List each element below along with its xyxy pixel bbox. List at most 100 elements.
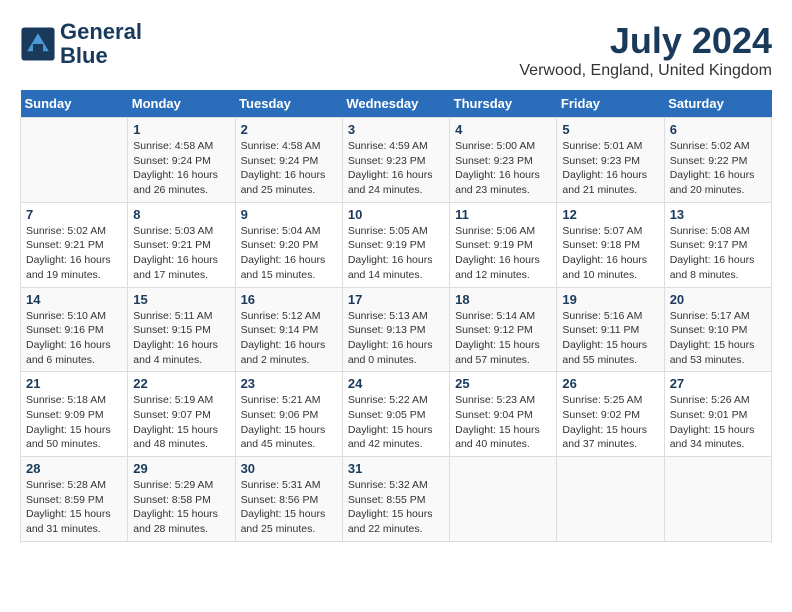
title-section: July 2024 Verwood, England, United Kingd… [519, 20, 772, 80]
day-number: 19 [562, 292, 658, 307]
day-info: Sunrise: 4:58 AM Sunset: 9:24 PM Dayligh… [241, 139, 337, 198]
calendar-cell: 8 Sunrise: 5:03 AM Sunset: 9:21 PM Daylig… [128, 202, 235, 287]
day-info: Sunrise: 5:03 AM Sunset: 9:21 PM Dayligh… [133, 224, 229, 283]
logo-icon [20, 26, 56, 62]
day-number: 7 [26, 207, 122, 222]
day-info: Sunrise: 5:00 AM Sunset: 9:23 PM Dayligh… [455, 139, 551, 198]
day-number: 1 [133, 122, 229, 137]
calendar-week-row: 1 Sunrise: 4:58 AM Sunset: 9:24 PM Daylig… [21, 118, 772, 203]
calendar-cell: 30 Sunrise: 5:31 AM Sunset: 8:56 PM Dayli… [235, 457, 342, 542]
day-number: 15 [133, 292, 229, 307]
calendar-cell: 20 Sunrise: 5:17 AM Sunset: 9:10 PM Dayli… [664, 287, 771, 372]
calendar-cell: 27 Sunrise: 5:26 AM Sunset: 9:01 PM Dayli… [664, 372, 771, 457]
location: Verwood, England, United Kingdom [519, 62, 772, 80]
calendar-cell [450, 457, 557, 542]
calendar-cell: 26 Sunrise: 5:25 AM Sunset: 9:02 PM Dayli… [557, 372, 664, 457]
calendar-cell: 6Sunrise: 5:02 AM Sunset: 9:22 PM Daylig… [664, 118, 771, 203]
day-info: Sunrise: 5:21 AM Sunset: 9:06 PM Dayligh… [241, 393, 337, 452]
day-info: Sunrise: 5:10 AM Sunset: 9:16 PM Dayligh… [26, 309, 122, 368]
day-of-week-header: Monday [128, 90, 235, 118]
page-header: General Blue July 2024 Verwood, England,… [20, 20, 772, 80]
day-number: 12 [562, 207, 658, 222]
day-number: 5 [562, 122, 658, 137]
calendar-cell: 3 Sunrise: 4:59 AM Sunset: 9:23 PM Daylig… [342, 118, 449, 203]
calendar-cell: 15 Sunrise: 5:11 AM Sunset: 9:15 PM Dayli… [128, 287, 235, 372]
day-info: Sunrise: 5:04 AM Sunset: 9:20 PM Dayligh… [241, 224, 337, 283]
calendar-cell: 18Sunrise: 5:14 AM Sunset: 9:12 PM Dayli… [450, 287, 557, 372]
day-info: Sunrise: 5:31 AM Sunset: 8:56 PM Dayligh… [241, 478, 337, 537]
day-number: 31 [348, 461, 444, 476]
day-info: Sunrise: 5:11 AM Sunset: 9:15 PM Dayligh… [133, 309, 229, 368]
day-number: 6 [670, 122, 766, 137]
calendar-cell: 16Sunrise: 5:12 AM Sunset: 9:14 PM Dayli… [235, 287, 342, 372]
calendar-cell: 14 Sunrise: 5:10 AM Sunset: 9:16 PM Dayli… [21, 287, 128, 372]
calendar-cell: 2 Sunrise: 4:58 AM Sunset: 9:24 PM Daylig… [235, 118, 342, 203]
day-info: Sunrise: 5:05 AM Sunset: 9:19 PM Dayligh… [348, 224, 444, 283]
day-info: Sunrise: 5:12 AM Sunset: 9:14 PM Dayligh… [241, 309, 337, 368]
day-number: 21 [26, 376, 122, 391]
day-number: 8 [133, 207, 229, 222]
day-number: 3 [348, 122, 444, 137]
logo: General Blue [20, 20, 142, 68]
day-number: 23 [241, 376, 337, 391]
day-info: Sunrise: 4:59 AM Sunset: 9:23 PM Dayligh… [348, 139, 444, 198]
calendar-week-row: 28Sunrise: 5:28 AM Sunset: 8:59 PM Dayli… [21, 457, 772, 542]
calendar-cell: 25Sunrise: 5:23 AM Sunset: 9:04 PM Dayli… [450, 372, 557, 457]
day-number: 11 [455, 207, 551, 222]
day-info: Sunrise: 5:26 AM Sunset: 9:01 PM Dayligh… [670, 393, 766, 452]
calendar-cell: 31 Sunrise: 5:32 AM Sunset: 8:55 PM Dayli… [342, 457, 449, 542]
day-info: Sunrise: 5:29 AM Sunset: 8:58 PM Dayligh… [133, 478, 229, 537]
calendar-week-row: 21 Sunrise: 5:18 AM Sunset: 9:09 PM Dayli… [21, 372, 772, 457]
day-info: Sunrise: 5:07 AM Sunset: 9:18 PM Dayligh… [562, 224, 658, 283]
calendar-body: 1 Sunrise: 4:58 AM Sunset: 9:24 PM Daylig… [21, 118, 772, 542]
day-info: Sunrise: 5:25 AM Sunset: 9:02 PM Dayligh… [562, 393, 658, 452]
calendar-cell: 9 Sunrise: 5:04 AM Sunset: 9:20 PM Daylig… [235, 202, 342, 287]
day-info: Sunrise: 5:14 AM Sunset: 9:12 PM Dayligh… [455, 309, 551, 368]
calendar-cell: 1 Sunrise: 4:58 AM Sunset: 9:24 PM Daylig… [128, 118, 235, 203]
calendar-cell: 5Sunrise: 5:01 AM Sunset: 9:23 PM Daylig… [557, 118, 664, 203]
day-number: 22 [133, 376, 229, 391]
day-number: 27 [670, 376, 766, 391]
day-info: Sunrise: 4:58 AM Sunset: 9:24 PM Dayligh… [133, 139, 229, 198]
calendar-cell [21, 118, 128, 203]
calendar-cell [557, 457, 664, 542]
calendar-cell: 28Sunrise: 5:28 AM Sunset: 8:59 PM Dayli… [21, 457, 128, 542]
day-info: Sunrise: 5:22 AM Sunset: 9:05 PM Dayligh… [348, 393, 444, 452]
day-number: 26 [562, 376, 658, 391]
day-info: Sunrise: 5:18 AM Sunset: 9:09 PM Dayligh… [26, 393, 122, 452]
calendar-cell: 10 Sunrise: 5:05 AM Sunset: 9:19 PM Dayli… [342, 202, 449, 287]
day-number: 30 [241, 461, 337, 476]
day-info: Sunrise: 5:08 AM Sunset: 9:17 PM Dayligh… [670, 224, 766, 283]
day-info: Sunrise: 5:19 AM Sunset: 9:07 PM Dayligh… [133, 393, 229, 452]
calendar-cell: 29Sunrise: 5:29 AM Sunset: 8:58 PM Dayli… [128, 457, 235, 542]
calendar-table: SundayMondayTuesdayWednesdayThursdayFrid… [20, 90, 772, 542]
day-number: 9 [241, 207, 337, 222]
day-number: 28 [26, 461, 122, 476]
day-number: 24 [348, 376, 444, 391]
day-of-week-header: Saturday [664, 90, 771, 118]
calendar-cell: 23 Sunrise: 5:21 AM Sunset: 9:06 PM Dayli… [235, 372, 342, 457]
calendar-cell: 4Sunrise: 5:00 AM Sunset: 9:23 PM Daylig… [450, 118, 557, 203]
calendar-cell: 7 Sunrise: 5:02 AM Sunset: 9:21 PM Daylig… [21, 202, 128, 287]
day-info: Sunrise: 5:16 AM Sunset: 9:11 PM Dayligh… [562, 309, 658, 368]
calendar-cell: 11 Sunrise: 5:06 AM Sunset: 9:19 PM Dayli… [450, 202, 557, 287]
calendar-cell: 21 Sunrise: 5:18 AM Sunset: 9:09 PM Dayli… [21, 372, 128, 457]
calendar-header: SundayMondayTuesdayWednesdayThursdayFrid… [21, 90, 772, 118]
day-number: 20 [670, 292, 766, 307]
day-info: Sunrise: 5:17 AM Sunset: 9:10 PM Dayligh… [670, 309, 766, 368]
day-number: 13 [670, 207, 766, 222]
day-of-week-header: Wednesday [342, 90, 449, 118]
day-number: 14 [26, 292, 122, 307]
calendar-cell: 17Sunrise: 5:13 AM Sunset: 9:13 PM Dayli… [342, 287, 449, 372]
day-info: Sunrise: 5:06 AM Sunset: 9:19 PM Dayligh… [455, 224, 551, 283]
day-info: Sunrise: 5:02 AM Sunset: 9:21 PM Dayligh… [26, 224, 122, 283]
day-number: 25 [455, 376, 551, 391]
day-number: 10 [348, 207, 444, 222]
day-info: Sunrise: 5:32 AM Sunset: 8:55 PM Dayligh… [348, 478, 444, 537]
calendar-cell: 24 Sunrise: 5:22 AM Sunset: 9:05 PM Dayli… [342, 372, 449, 457]
calendar-week-row: 14 Sunrise: 5:10 AM Sunset: 9:16 PM Dayli… [21, 287, 772, 372]
calendar-cell: 12 Sunrise: 5:07 AM Sunset: 9:18 PM Dayli… [557, 202, 664, 287]
day-of-week-header: Sunday [21, 90, 128, 118]
calendar-cell: 13 Sunrise: 5:08 AM Sunset: 9:17 PM Dayli… [664, 202, 771, 287]
day-number: 2 [241, 122, 337, 137]
